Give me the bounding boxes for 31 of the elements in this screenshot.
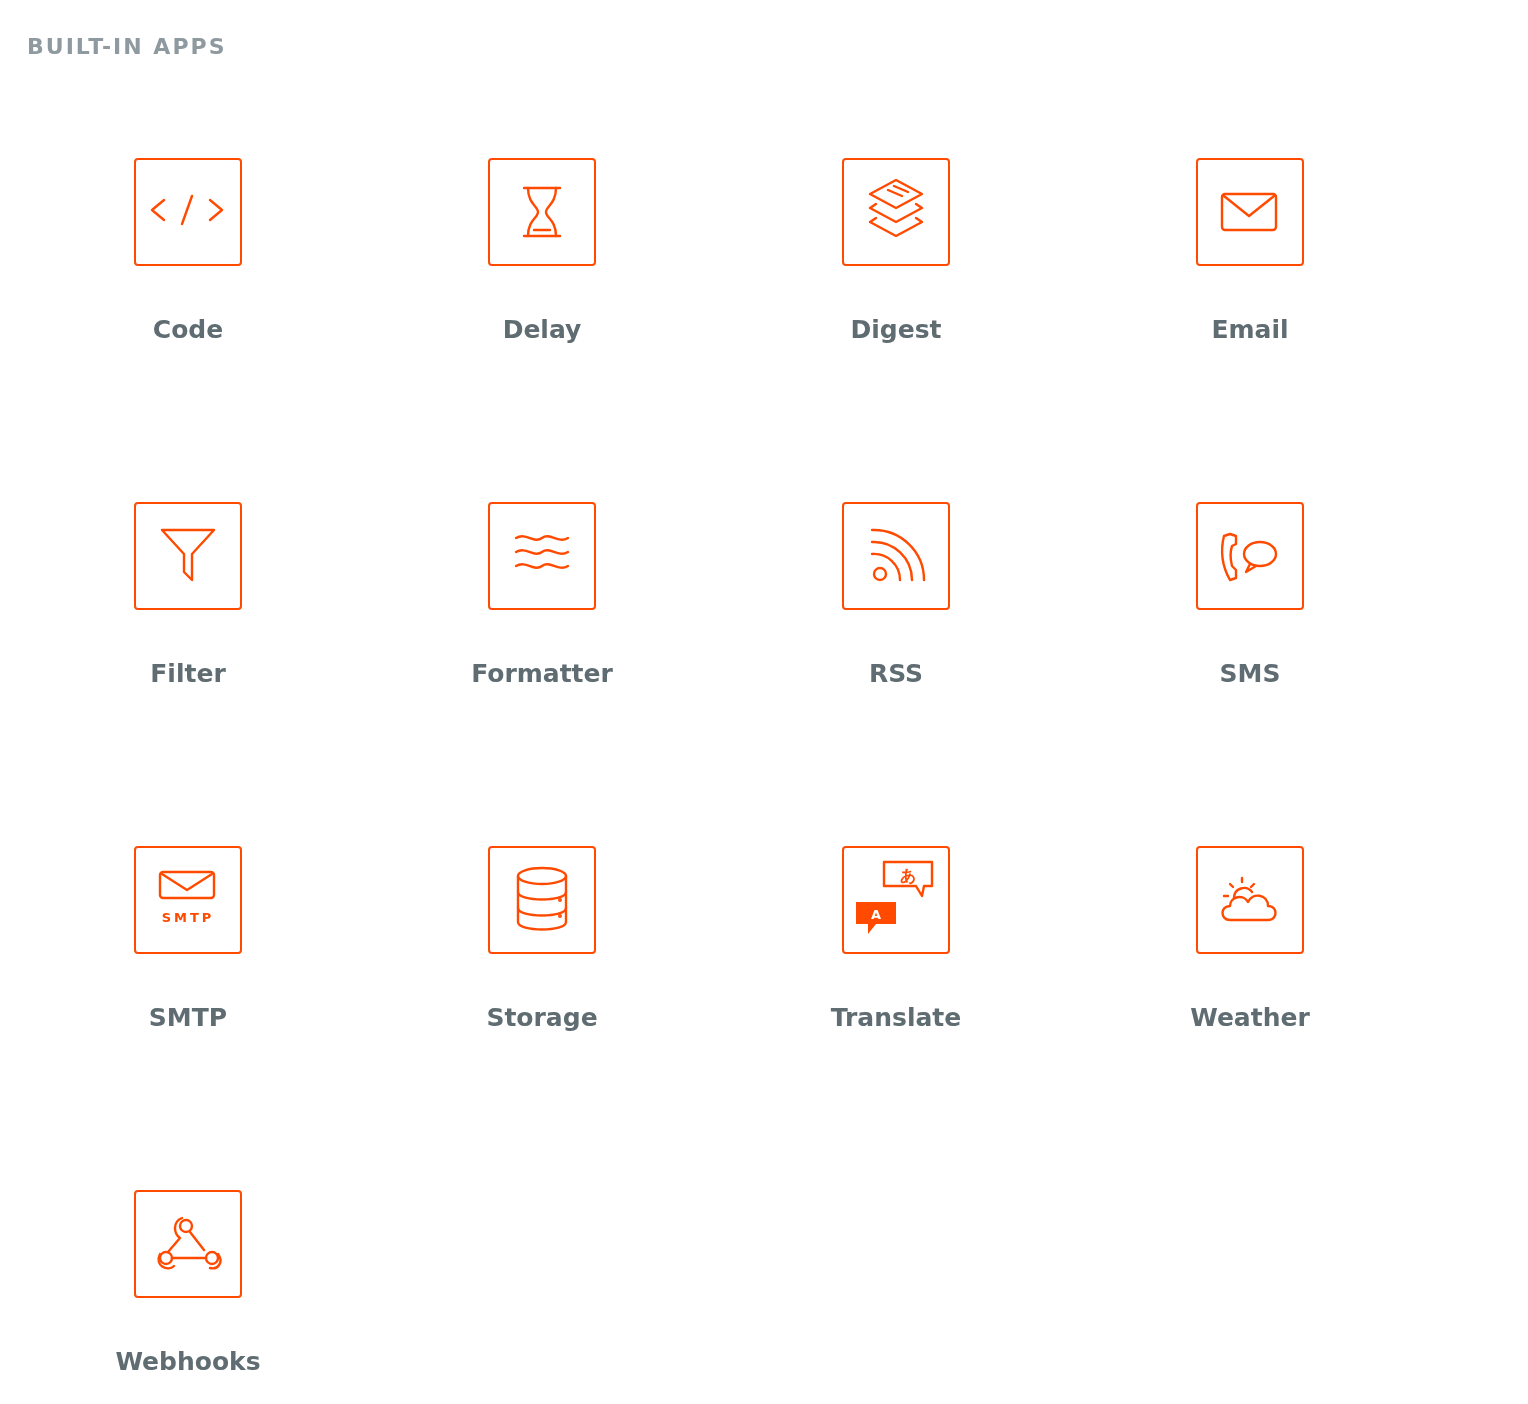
envelope-icon [158, 870, 216, 900]
section-heading: BUILT-IN APPS [27, 33, 228, 61]
icon-text: あ [900, 866, 916, 885]
hourglass-icon [522, 186, 562, 238]
app-tile[interactable]: Webhooks [78, 1190, 298, 1377]
sun-cloud-icon [1221, 876, 1277, 922]
rss-icon [870, 528, 926, 582]
icon-text: A [870, 907, 882, 922]
app-tile[interactable]: RSS [786, 502, 1006, 689]
app-tile[interactable]: Formatter [432, 502, 652, 689]
waves-icon [514, 535, 570, 569]
app-tile[interactable]: Storage [432, 846, 652, 1033]
webhook-icon [157, 1216, 222, 1270]
app-tile[interactable]: Email [1140, 158, 1360, 345]
app-tile[interactable]: Digest [786, 158, 1006, 345]
app-tile[interactable]: Filter [78, 502, 298, 689]
phone-chat-icon [1220, 532, 1278, 582]
database-icon [516, 866, 568, 931]
app-tile[interactable]: SMTP SMTP [78, 846, 298, 1033]
app-tile[interactable]: Delay [432, 158, 652, 345]
speech-bubble-icon [882, 860, 934, 898]
app-tile[interactable]: Code [78, 158, 298, 345]
speech-bubble-icon [856, 902, 896, 934]
code-icon [150, 194, 224, 226]
icon-text: SMTP [161, 910, 215, 925]
app-tile[interactable]: SMS [1140, 502, 1360, 689]
envelope-icon [1220, 192, 1278, 232]
layers-icon [868, 178, 924, 238]
app-tile[interactable]: あ A Translate [786, 846, 1006, 1033]
funnel-icon [160, 528, 216, 582]
app-tile[interactable]: Weather [1140, 846, 1360, 1033]
